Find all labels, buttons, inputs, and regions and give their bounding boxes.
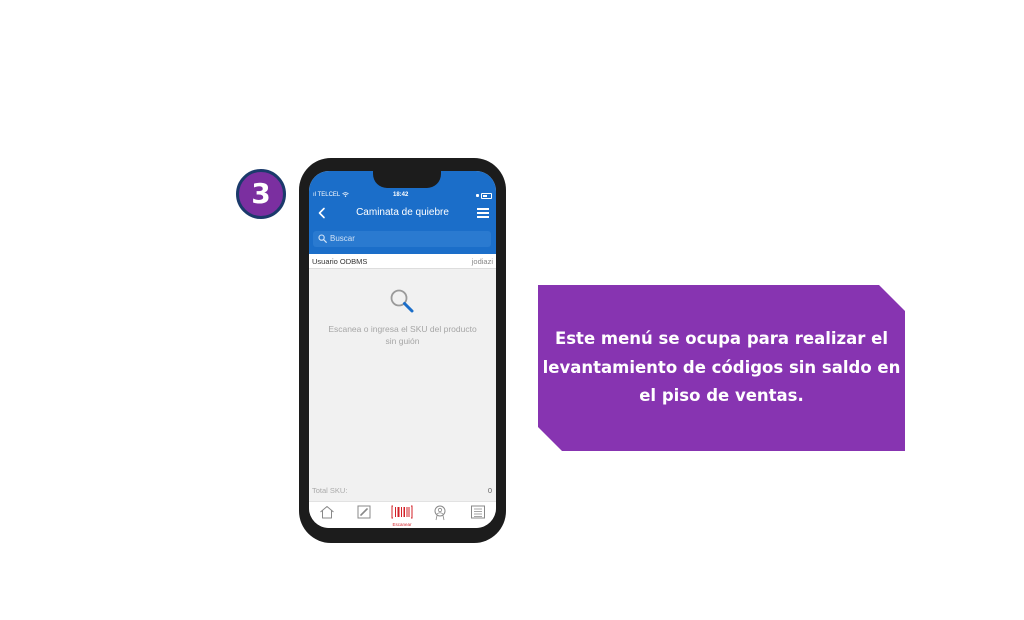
status-bar: ıl TELCEL 18:42 xyxy=(309,192,496,202)
tab-list[interactable] xyxy=(467,505,489,527)
search-icon xyxy=(318,234,327,243)
wifi-icon xyxy=(341,192,349,197)
step-number-badge: 3 xyxy=(236,169,286,219)
user-row: Usuario ODBMS jodiazi xyxy=(309,254,496,269)
clock: 18:42 xyxy=(393,192,409,198)
screen-title: Caminata de quiebre xyxy=(356,207,449,218)
user-badge-icon xyxy=(434,505,446,521)
total-row: Total SKU: 0 xyxy=(309,484,496,496)
callout-box: Este menú se ocupa para realizar el leva… xyxy=(538,285,905,451)
phone-notch xyxy=(373,158,441,188)
search-icon xyxy=(390,289,414,313)
user-id: jodiazi xyxy=(471,257,493,266)
tab-bar: Escanear xyxy=(309,501,496,528)
carrier-label: ıl TELCEL xyxy=(313,192,349,198)
user-label: Usuario ODBMS xyxy=(312,257,368,266)
tab-edit[interactable] xyxy=(353,505,375,527)
tab-home[interactable] xyxy=(316,505,338,527)
tab-scan[interactable]: Escanear xyxy=(391,505,413,527)
total-label: Total SKU: xyxy=(312,486,348,495)
barcode-icon xyxy=(391,505,413,519)
home-icon xyxy=(320,506,334,519)
step-number: 3 xyxy=(251,177,271,210)
battery-icon xyxy=(476,193,492,199)
empty-state-text: Escanea o ingresa el SKU del producto si… xyxy=(328,324,477,346)
callout-text: Este menú se ocupa para realizar el leva… xyxy=(542,329,901,405)
total-value: 0 xyxy=(487,486,492,495)
edit-icon xyxy=(357,505,371,519)
search-placeholder: Buscar xyxy=(330,234,355,243)
list-icon xyxy=(471,505,485,519)
phone-screen: ıl TELCEL 18:42 Caminata de quiebre Busc… xyxy=(309,171,496,528)
search-input[interactable]: Buscar xyxy=(313,231,491,247)
tab-profile[interactable] xyxy=(429,505,451,527)
hamburger-menu-icon[interactable] xyxy=(477,208,489,218)
phone-frame: ıl TELCEL 18:42 Caminata de quiebre Busc… xyxy=(299,158,506,543)
nav-bar: Caminata de quiebre xyxy=(309,205,496,221)
tab-scan-label: Escanear xyxy=(392,522,412,527)
